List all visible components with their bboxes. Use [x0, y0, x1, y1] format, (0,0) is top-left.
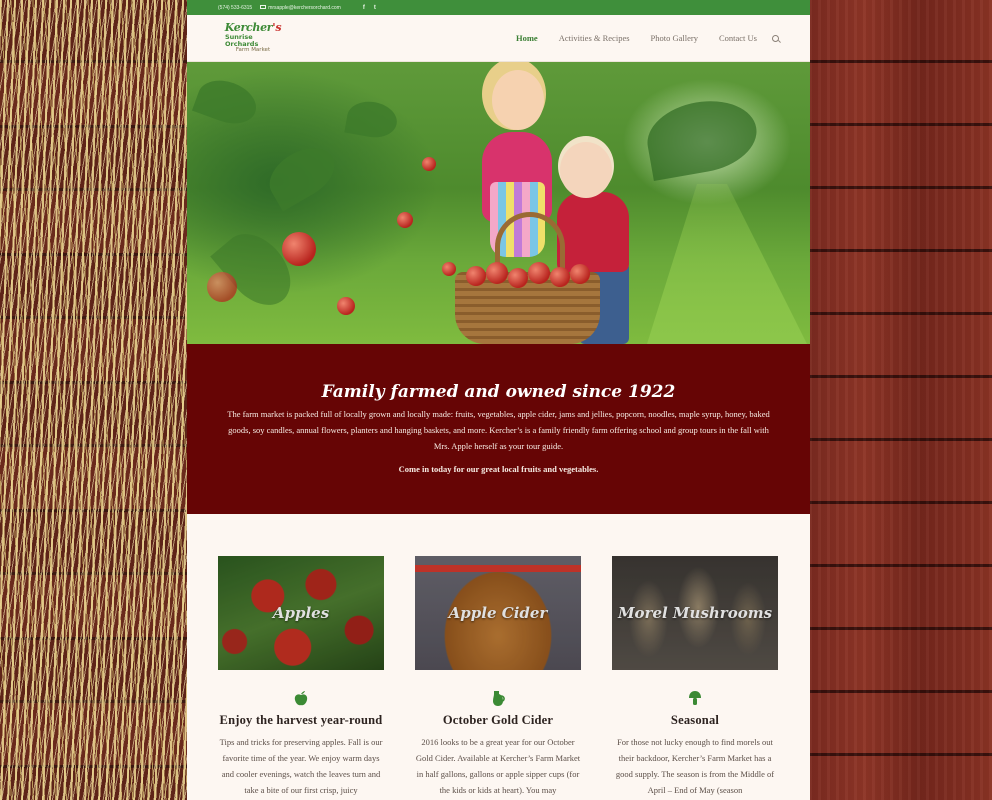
main-nav: Home Activities & Recipes Photo Gallery … [516, 33, 779, 43]
leaf [191, 72, 263, 132]
basket-apples [462, 262, 594, 288]
boy-head [560, 142, 612, 198]
feature-text: Tips and tricks for preserving apples. F… [219, 737, 383, 795]
thumbnail-title: Apple Cider [448, 604, 548, 622]
feature-apples: Apples Enjoy the harvest year-round Tips… [218, 556, 384, 798]
jug-icon [493, 691, 505, 706]
feature-section: Apples Enjoy the harvest year-round Tips… [187, 514, 810, 798]
cider-thumbnail[interactable]: Apple Cider [415, 556, 581, 670]
social-links: f t [363, 5, 376, 11]
email-link[interactable]: mrsapple@kerchersorchard.com [260, 5, 341, 11]
apple-fruit [422, 157, 436, 171]
nav-contact-us[interactable]: Contact Us [719, 33, 757, 43]
nav-photo-gallery[interactable]: Photo Gallery [651, 33, 698, 43]
apple-fruit [282, 232, 316, 266]
logo-line-1: Kercher's [225, 21, 282, 35]
apple-fruit [207, 272, 237, 302]
apple-fruit [397, 212, 413, 228]
phone-number[interactable]: (574) 533-6315 [218, 5, 252, 11]
email-text: mrsapple@kerchersorchard.com [268, 4, 341, 11]
intro-cta: Come in today for our great local fruits… [398, 464, 599, 474]
nav-home[interactable]: Home [516, 33, 538, 43]
intro-band: Family farmed and owned since 1922 The f… [187, 344, 810, 514]
apple-icon [294, 691, 308, 706]
morel-thumbnail[interactable]: Morel Mushrooms [612, 556, 778, 670]
feature-text: For those not lucky enough to find morel… [615, 737, 775, 795]
apple-fruit [337, 297, 355, 315]
mushroom-icon [689, 691, 701, 705]
hero-image [187, 62, 810, 344]
girl-head [492, 70, 544, 130]
feature-heading: Enjoy the harvest year-round [219, 713, 383, 727]
feature-text: 2016 looks to be a great year for our Oc… [415, 737, 581, 795]
feature-cider: Apple Cider October Gold Cider 2016 look… [415, 556, 581, 798]
intro-text: The farm market is packed full of locall… [227, 409, 770, 451]
logo-name-suffix: 's [272, 21, 282, 35]
search-icon[interactable] [772, 34, 779, 42]
orchard-path [647, 184, 807, 344]
thumbnail-title: Morel Mushrooms [617, 604, 773, 622]
feature-heading: October Gold Cider [442, 713, 554, 727]
straw-background [0, 0, 187, 800]
site-header: Kercher's Sunrise Orchards Farm Market H… [187, 15, 810, 62]
wood-background [809, 0, 992, 800]
page-container: (574) 533-6315 mrsapple@kerchersorchard.… [187, 0, 810, 800]
thumbnail-title: Apples [272, 604, 330, 622]
facebook-icon[interactable]: f [363, 5, 365, 11]
boy-figure [557, 192, 629, 272]
intro-heading: Family farmed and owned since 1922 [321, 382, 676, 402]
site-logo[interactable]: Kercher's Sunrise Orchards Farm Market [225, 21, 282, 54]
top-bar: (574) 533-6315 mrsapple@kerchersorchard.… [187, 0, 810, 15]
feature-morels: Morel Mushrooms Seasonal For those not l… [612, 556, 778, 798]
apple-fruit [442, 262, 456, 276]
leaf [344, 97, 400, 142]
logo-line-2: Sunrise Orchards [225, 33, 259, 48]
logo-line-3: Farm Market [235, 47, 271, 54]
feature-heading: Seasonal [670, 713, 720, 727]
twitter-icon[interactable]: t [374, 5, 376, 11]
apples-thumbnail[interactable]: Apples [218, 556, 384, 670]
leaf [260, 137, 344, 212]
leaf [641, 92, 763, 182]
nav-activities-recipes[interactable]: Activities & Recipes [559, 33, 630, 43]
mail-icon [260, 5, 267, 10]
